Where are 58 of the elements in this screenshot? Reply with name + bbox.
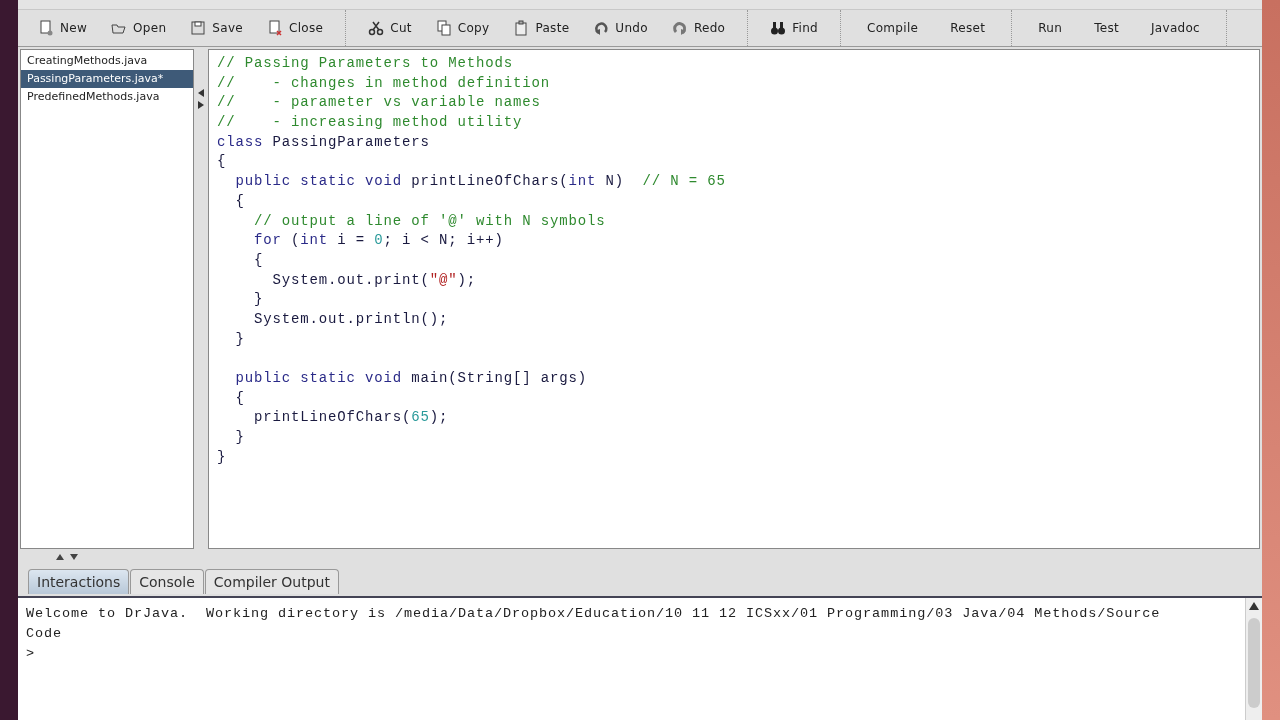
toolbar-button[interactable]: Cut — [360, 16, 420, 40]
toolbar-button[interactable]: Reset — [938, 17, 998, 39]
close-file-icon — [267, 20, 283, 36]
toolbar-button[interactable]: Copy — [427, 16, 498, 40]
code-line: } — [217, 447, 228, 467]
toolbar-button[interactable]: Undo — [585, 16, 656, 40]
code-line: { — [217, 152, 228, 172]
code-line: System.out.print("@"); — [271, 270, 478, 290]
code-line: // - changes in method definition — [217, 73, 552, 93]
code-line: class PassingParameters — [217, 132, 431, 152]
collapse-left-icon[interactable] — [198, 89, 204, 97]
code-line: { — [253, 250, 265, 270]
code-line: } — [253, 290, 265, 310]
code-line: // Passing Parameters to Methods — [217, 54, 515, 73]
toolbar-button[interactable]: Find — [762, 16, 827, 40]
code-line: // output a line of '@' with N symbols — [253, 211, 607, 231]
code-line: { — [234, 191, 246, 211]
file-item[interactable]: PredefinedMethods.java — [21, 88, 193, 106]
console-line: Welcome to DrJava. Working directory is /media/Data/Dropbox/Education/10 11 12 ICSxx/01 Programming/03 Java/04 Methods/Source — [26, 605, 1162, 623]
code-line: System.out.println(); — [253, 309, 450, 329]
file-item[interactable]: PassingParameters.java* — [21, 70, 193, 88]
toolbar-button[interactable]: Open — [103, 16, 175, 40]
console-line: Code — [26, 625, 63, 643]
redo-icon — [671, 20, 688, 36]
scroll-up-icon[interactable] — [1249, 602, 1259, 610]
file-item[interactable]: CreatingMethods.java — [21, 52, 193, 70]
up-arrow-icon[interactable] — [56, 553, 64, 560]
toolbar-button[interactable]: New — [30, 16, 96, 40]
tab[interactable]: Interactions — [28, 569, 130, 594]
scissors-icon — [368, 20, 385, 36]
code-line: } — [234, 428, 246, 448]
code-line: for (int i = 0; i < N; i++) — [253, 231, 505, 251]
code-line: // - parameter vs variable names — [217, 93, 542, 113]
toolbar-button[interactable]: Compile — [855, 17, 931, 39]
code-line: } — [234, 329, 246, 349]
new-file-icon — [38, 20, 54, 36]
code-line: { — [234, 388, 246, 408]
code-line: public static void printLineOfChars(int N) // N = 65 — [234, 172, 727, 192]
console-line: > — [26, 645, 36, 663]
toolbar-button[interactable]: Save — [182, 16, 251, 40]
down-arrow-icon[interactable] — [70, 553, 78, 560]
copy-icon — [435, 20, 452, 36]
toolbar-button[interactable]: Close — [259, 16, 332, 40]
code-line: printLineOfChars(65); — [253, 408, 450, 428]
undo-icon — [593, 20, 610, 36]
code-line: // - increasing method utility — [217, 113, 524, 133]
scrollbar[interactable] — [1245, 598, 1262, 720]
code-line: public static void main(String[] args) — [234, 369, 589, 388]
clipboard-icon — [513, 20, 530, 36]
tab[interactable]: Console — [130, 569, 204, 594]
toolbar-button[interactable]: Javadoc — [1139, 17, 1213, 39]
toolbar-button[interactable]: Redo — [663, 16, 734, 40]
binoculars-icon — [770, 20, 787, 36]
toolbar-button[interactable]: Paste — [505, 16, 578, 40]
toolbar-button[interactable]: Test — [1082, 17, 1131, 39]
toolbar-button[interactable]: Run — [1026, 17, 1075, 39]
expand-right-icon[interactable] — [198, 101, 204, 109]
tab[interactable]: Compiler Output — [204, 569, 339, 594]
